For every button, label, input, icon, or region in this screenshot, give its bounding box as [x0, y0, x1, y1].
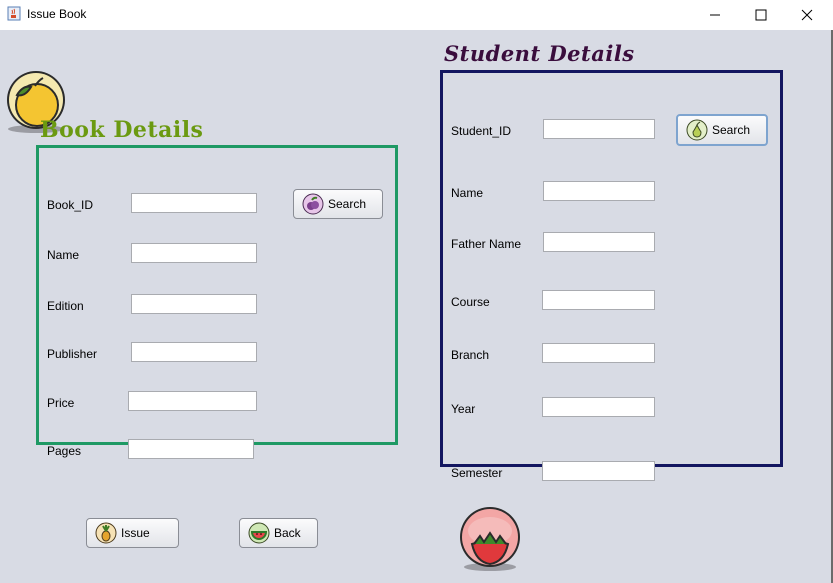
title-bar: Issue Book	[0, 0, 833, 30]
publisher-label: Publisher	[47, 347, 98, 361]
student-name-field[interactable]	[543, 181, 655, 201]
pages-field[interactable]	[128, 439, 254, 459]
student-search-button[interactable]: Search	[676, 114, 768, 146]
book-id-field[interactable]	[131, 193, 257, 213]
semester-label: Semester	[451, 466, 503, 480]
issue-button[interactable]: Issue	[86, 518, 179, 548]
close-button[interactable]	[784, 0, 830, 30]
semester-field[interactable]	[542, 461, 655, 481]
java-cup-icon	[7, 6, 21, 21]
father-name-field[interactable]	[543, 232, 655, 252]
course-field[interactable]	[542, 290, 655, 310]
book-id-label: Book_ID	[47, 198, 94, 212]
branch-field[interactable]	[542, 343, 655, 363]
book-search-label: Search	[328, 197, 367, 211]
strawberry-icon	[460, 507, 520, 571]
pineapple-icon	[95, 522, 117, 544]
price-label: Price	[47, 396, 75, 410]
book-name-label: Name	[47, 248, 80, 262]
close-icon	[801, 9, 813, 21]
book-name-field[interactable]	[131, 243, 257, 263]
book-details-title: Book Details	[40, 117, 204, 143]
student-id-label: Student_ID	[451, 124, 512, 138]
pages-label: Pages	[47, 444, 82, 458]
year-label: Year	[451, 402, 476, 416]
student-details-title: Student Details	[444, 41, 635, 66]
father-name-label: Father Name	[451, 237, 522, 251]
maximize-icon	[755, 9, 767, 21]
year-field[interactable]	[542, 397, 655, 417]
fruit-search-icon	[302, 193, 324, 215]
student-name-label: Name	[451, 186, 484, 200]
back-button[interactable]: Back	[239, 518, 318, 548]
window-title: Issue Book	[27, 7, 87, 21]
back-label: Back	[274, 526, 301, 540]
watermelon-icon	[248, 522, 270, 544]
pear-search-icon	[686, 119, 708, 141]
course-label: Course	[451, 295, 490, 309]
branch-label: Branch	[451, 348, 490, 362]
minimize-button[interactable]	[692, 0, 738, 30]
student-id-field[interactable]	[543, 119, 655, 139]
price-field[interactable]	[128, 391, 257, 411]
minimize-icon	[710, 14, 720, 16]
issue-label: Issue	[121, 526, 150, 540]
book-search-button[interactable]: Search	[293, 189, 383, 219]
edition-field[interactable]	[131, 294, 257, 314]
student-search-label: Search	[712, 123, 751, 137]
edition-label: Edition	[47, 299, 84, 313]
publisher-field[interactable]	[131, 342, 257, 362]
maximize-button[interactable]	[738, 0, 784, 30]
